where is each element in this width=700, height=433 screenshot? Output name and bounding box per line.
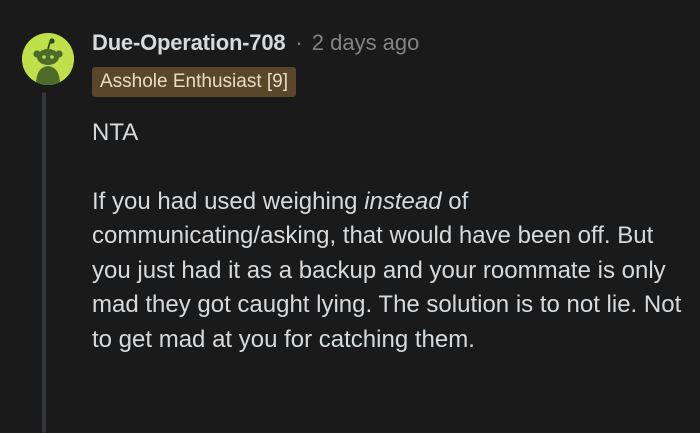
user-flair-badge: Asshole Enthusiast [9] — [92, 67, 296, 97]
emphasis-text: instead — [364, 187, 442, 215]
comment-body: NTA If you had used weighing instead of … — [92, 116, 692, 357]
comment-header: Due-Operation-708 · 2 days ago — [92, 28, 419, 58]
paragraph-text-start: If you had used weighing — [92, 187, 365, 215]
header-separator: · — [295, 30, 303, 55]
comment-paragraph: If you had used weighing instead of comm… — [92, 185, 692, 358]
verdict-text: NTA — [92, 119, 139, 146]
user-avatar[interactable] — [22, 33, 74, 85]
username-link[interactable]: Due-Operation-708 — [92, 30, 286, 56]
snoo-avatar-icon — [22, 33, 74, 85]
thread-line[interactable] — [42, 92, 46, 433]
timestamp-link[interactable]: 2 days ago — [312, 30, 420, 56]
